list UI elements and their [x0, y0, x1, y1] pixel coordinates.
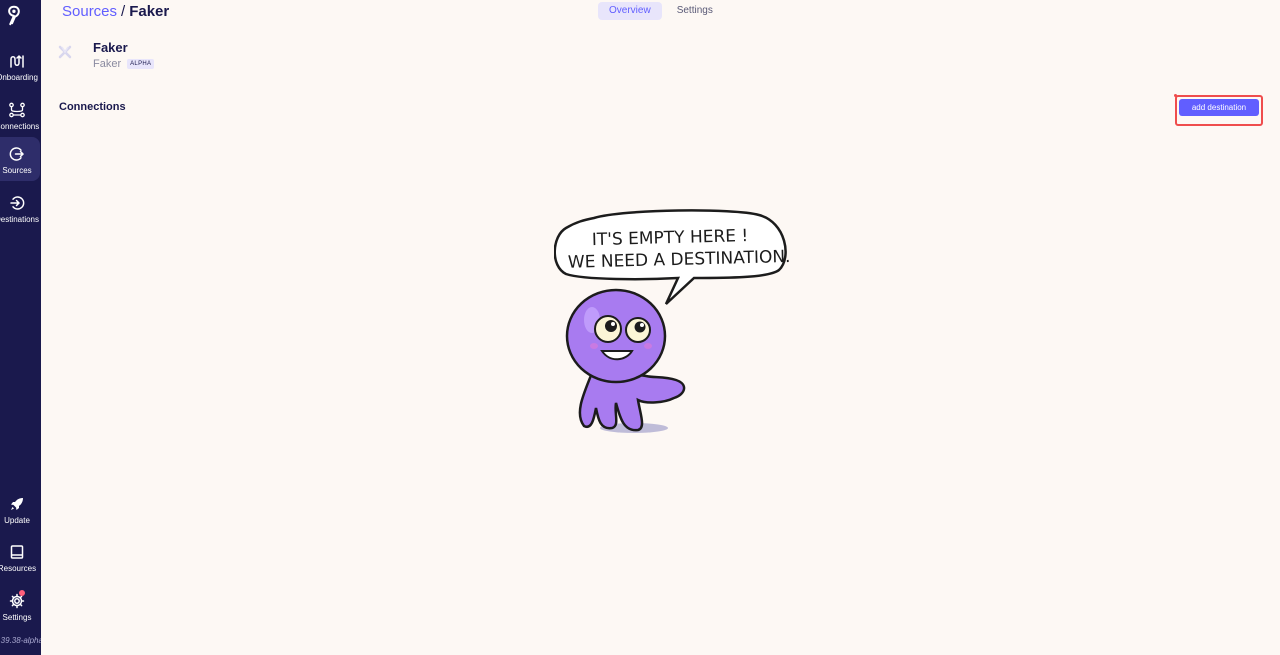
- release-stage-badge: ALPHA: [127, 59, 155, 69]
- airbyte-logo-icon[interactable]: [2, 4, 24, 26]
- highlight-marker: [1174, 94, 1177, 97]
- sidebar: Onboarding Connections Sources: [0, 0, 41, 655]
- tab-overview[interactable]: Overview: [598, 2, 662, 20]
- source-connector-name: Faker: [93, 58, 122, 70]
- onboarding-icon: [10, 54, 24, 68]
- faker-connector-icon: [58, 45, 72, 59]
- breadcrumb-sources-link[interactable]: Sources: [62, 3, 117, 20]
- sidebar-item-label: Sources: [2, 166, 32, 175]
- sidebar-item-label: Resources: [0, 564, 37, 573]
- connections-section-title: Connections: [59, 101, 126, 113]
- octopus-illustration: IT'S EMPTY HERE ! WE NEED A DESTINATION.: [554, 209, 790, 433]
- sources-icon: [9, 147, 25, 161]
- sidebar-item-destinations[interactable]: Destinations: [0, 186, 40, 230]
- app-root: Onboarding Connections Sources: [0, 0, 1280, 655]
- sidebar-item-update[interactable]: Update: [0, 487, 40, 531]
- app-version: 0.39.38-alpha: [0, 636, 41, 645]
- connections-icon: [9, 102, 25, 118]
- source-title: Faker: [93, 40, 128, 55]
- sidebar-item-settings[interactable]: Settings: [0, 584, 40, 628]
- sidebar-item-connections[interactable]: Connections: [0, 93, 40, 137]
- notification-dot: [19, 590, 25, 596]
- sidebar-item-label: Update: [4, 516, 30, 525]
- add-destination-highlight: add destination: [1174, 94, 1263, 126]
- breadcrumb-separator: /: [121, 3, 126, 20]
- tab-settings[interactable]: Settings: [666, 2, 724, 20]
- empty-message-line1: IT'S EMPTY HERE !: [592, 226, 749, 250]
- sidebar-item-sources[interactable]: Sources: [0, 137, 40, 181]
- sidebar-item-label: Settings: [2, 613, 32, 622]
- destinations-icon: [10, 196, 25, 210]
- breadcrumb-current: Faker: [129, 3, 170, 20]
- sidebar-item-label: Onboarding: [0, 73, 38, 82]
- sidebar-item-onboarding[interactable]: Onboarding: [0, 44, 40, 88]
- add-destination-button[interactable]: add destination: [1179, 99, 1259, 116]
- breadcrumb: Sources / Faker: [62, 3, 169, 20]
- source-subtitle: Faker ALPHA: [93, 58, 155, 70]
- sidebar-item-label: Connections: [0, 122, 40, 131]
- sidebar-item-label: Destinations: [0, 215, 40, 224]
- book-icon: [10, 545, 24, 559]
- rocket-icon: [11, 498, 23, 510]
- sidebar-item-resources[interactable]: Resources: [0, 535, 40, 579]
- page-tabs: Overview Settings: [598, 2, 728, 20]
